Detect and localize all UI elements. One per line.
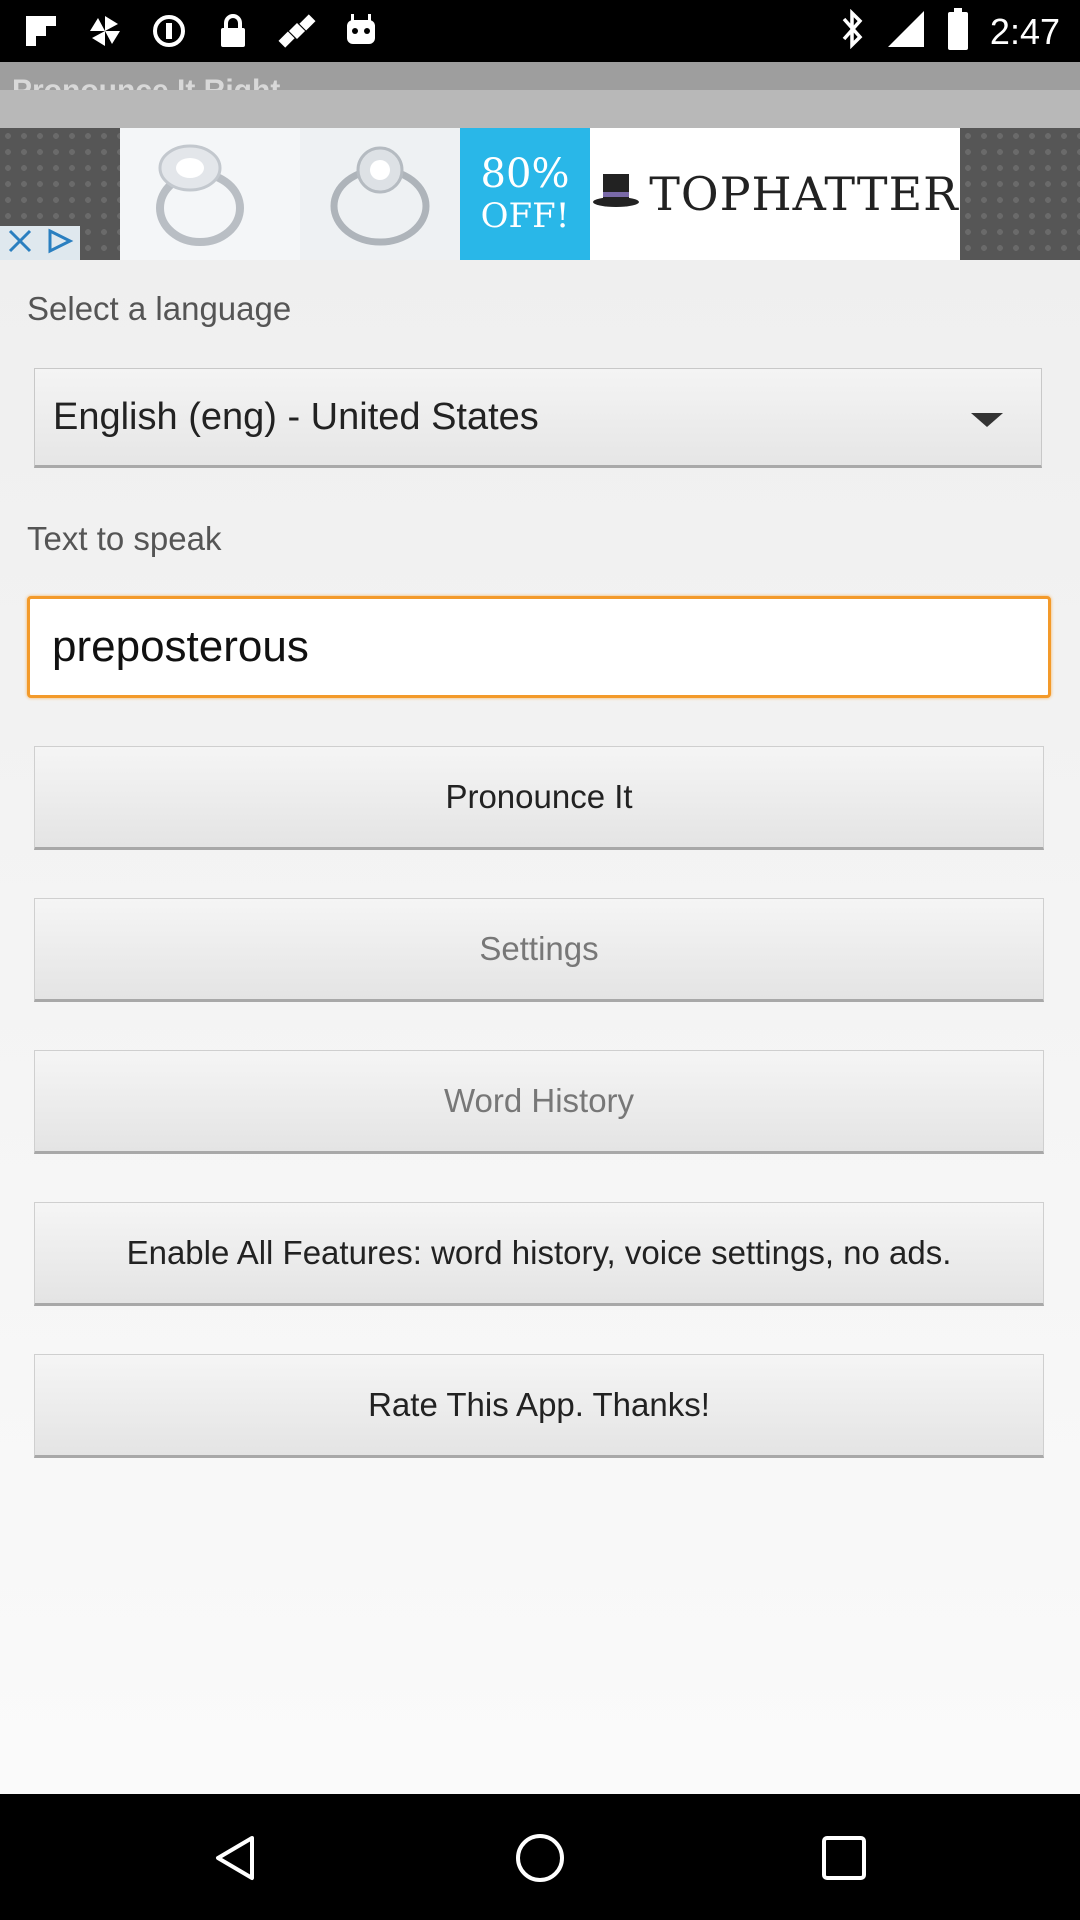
ad-brand-name: TOPHATTER [649, 167, 959, 221]
satellite-icon [278, 12, 316, 50]
language-dropdown[interactable]: English (eng) - United States [34, 368, 1042, 468]
lock-icon [214, 12, 252, 50]
enable-features-button[interactable]: Enable All Features: word history, voice… [34, 1202, 1044, 1306]
word-history-button[interactable]: Word History [34, 1050, 1044, 1154]
bluetooth-icon [838, 8, 866, 54]
settings-button[interactable]: Settings [34, 898, 1044, 1002]
pronounce-button[interactable]: Pronounce It [34, 746, 1044, 850]
navigation-bar [0, 1794, 1080, 1920]
android-icon [342, 12, 380, 50]
pinwheel-icon [86, 12, 124, 50]
discount-badge: 80% OFF! [460, 128, 590, 260]
signal-icon [886, 9, 926, 54]
text-label: Text to speak [27, 520, 222, 557]
ad-banner[interactable]: 80% OFF! TOPHATTER [0, 128, 1080, 260]
clock: 2:47 [989, 10, 1060, 52]
close-icon[interactable] [7, 228, 33, 259]
battery-icon [946, 8, 970, 55]
language-value: English (eng) - United States [53, 395, 539, 438]
home-icon[interactable] [514, 1832, 566, 1884]
app-bar: Pronounce It Right [0, 62, 1080, 128]
rate-app-button[interactable]: Rate This App. Thanks! [34, 1354, 1044, 1458]
ring-image [120, 128, 300, 260]
flipboard-icon [22, 12, 60, 50]
ad-choices[interactable] [0, 226, 80, 260]
back-icon[interactable] [210, 1832, 262, 1884]
text-to-speak-field[interactable] [27, 596, 1051, 698]
top-hat-icon [591, 167, 641, 221]
ad-brand: TOPHATTER [590, 128, 960, 260]
ring-image [300, 128, 460, 260]
text-to-speak-input[interactable] [52, 622, 952, 672]
app-bar-overlay [0, 90, 1080, 128]
circle-icon [150, 12, 188, 50]
status-bar: 2:47 [0, 0, 1080, 62]
chevron-down-icon[interactable] [971, 413, 1003, 427]
adchoices-play-icon[interactable] [46, 228, 74, 259]
recent-apps-icon[interactable] [818, 1832, 870, 1884]
language-label: Select a language [27, 290, 292, 327]
main-content: Select a language English (eng) - United… [0, 260, 1080, 1794]
